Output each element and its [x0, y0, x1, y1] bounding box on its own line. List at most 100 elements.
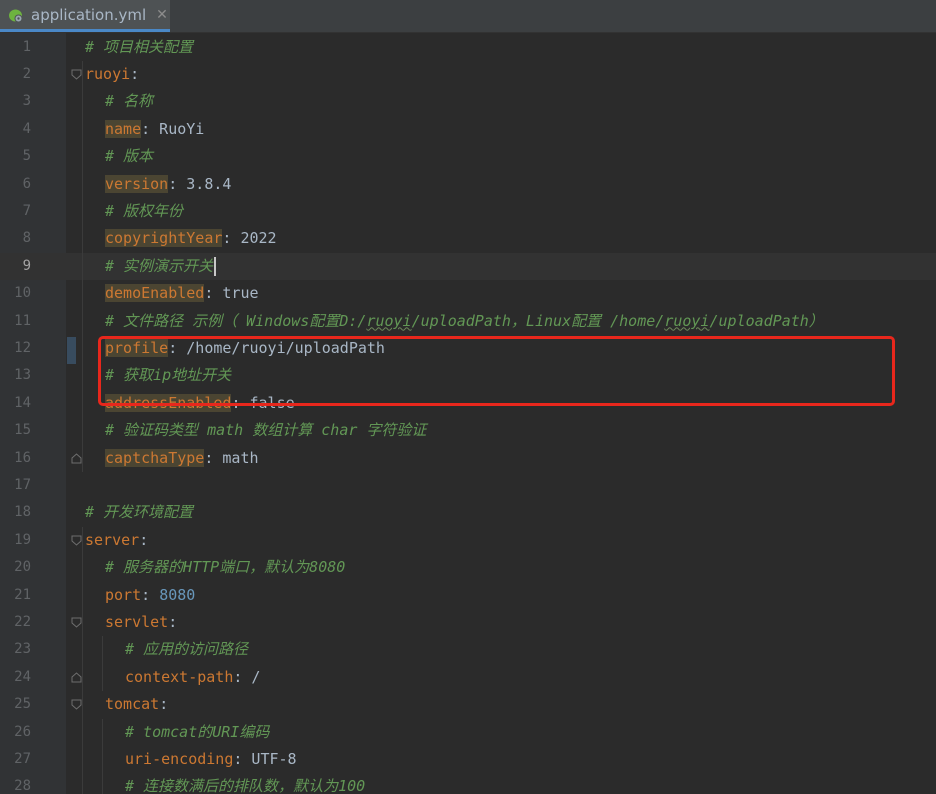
code-line[interactable]: 23 # 应用的访问路径 [0, 636, 936, 663]
code-text: # 获取ip地址开关 [105, 362, 231, 389]
yaml-key: version [105, 174, 169, 193]
code-line[interactable]: 3 # 名称 [0, 88, 936, 115]
code-line[interactable]: 8 copyrightYear: 2022 [0, 225, 936, 252]
code-editor[interactable]: 1 # 项目相关配置 2 ruoyi: 3 # 名称 4 name: RuoYi 5 # 版本 6 v… [0, 33, 936, 794]
code-line[interactable]: 21 port: 8080 [0, 582, 936, 609]
yaml-value: : 2022 [222, 229, 277, 248]
code-line[interactable]: 2 ruoyi: [0, 61, 936, 88]
fold-end-icon[interactable] [71, 672, 82, 683]
tab-application-yml[interactable]: application.yml ✕ [0, 0, 170, 32]
code-line[interactable]: 12 profile: /home/ruoyi/uploadPath [0, 335, 936, 362]
code-text: profile: /home/ruoyi/uploadPath [105, 335, 385, 362]
code-line[interactable]: 28 # 连接数满后的排队数，默认为100 [0, 773, 936, 794]
line-number: 8 [22, 230, 31, 247]
tab-label: application.yml [31, 5, 147, 24]
code-line[interactable]: 11 # 文件路径 示例（ Windows配置D:/ruoyi/uploadPat… [0, 308, 936, 335]
code-line[interactable]: 14 addressEnabled: false [0, 390, 936, 417]
line-number: 6 [22, 175, 31, 192]
code-line[interactable]: 20 # 服务器的HTTP端口，默认为8080 [0, 554, 936, 581]
line-number: 14 [14, 394, 31, 411]
code-line[interactable]: 4 name: RuoYi [0, 116, 936, 143]
line-number: 10 [14, 285, 31, 302]
code-line[interactable]: 17 [0, 472, 936, 499]
code-text: # tomcat的URI编码 [125, 719, 269, 746]
code-line[interactable]: 25 tomcat: [0, 691, 936, 718]
code-text: # 实例演示开关 [105, 253, 217, 280]
indent-guide [102, 636, 103, 692]
code-line[interactable]: 18 # 开发环境配置 [0, 499, 936, 526]
yaml-comment: # tomcat的URI编码 [125, 722, 270, 741]
yaml-value: : 3.8.4 [168, 174, 232, 193]
yaml-key: ruoyi [85, 64, 131, 83]
code-line[interactable]: 24 context-path: / [0, 664, 936, 691]
line-number: 21 [14, 586, 31, 603]
line-number: 27 [14, 750, 31, 767]
yaml-comment: /uploadPath） [709, 311, 824, 330]
code-text: # 版本 [105, 143, 153, 170]
line-number: 2 [22, 65, 31, 82]
indent-guide [82, 526, 83, 794]
yaml-value: : [141, 585, 160, 604]
code-text: # 版权年份 [105, 198, 183, 225]
line-number: 1 [22, 38, 31, 55]
code-text: server: [85, 527, 148, 554]
code-line[interactable]: 13 # 获取ip地址开关 [0, 362, 936, 389]
yaml-comment: # 版权年份 [105, 201, 184, 220]
yaml-value: : false [231, 393, 295, 412]
fold-open-icon[interactable] [71, 535, 82, 546]
code-text: addressEnabled: false [105, 390, 295, 417]
yaml-value: : /home/ruoyi/uploadPath [168, 338, 385, 357]
yaml-comment: # 验证码类型 math 数组计算 char 字符验证 [105, 421, 427, 440]
code-text: # 验证码类型 math 数组计算 char 字符验证 [105, 417, 426, 444]
yaml-value: : [168, 612, 178, 631]
code-text: captchaType: math [105, 445, 259, 472]
code-text: # 服务器的HTTP端口，默认为8080 [105, 554, 345, 581]
line-number: 22 [14, 613, 31, 630]
code-line[interactable]: 9 # 实例演示开关 [0, 252, 936, 281]
indent-guide [102, 718, 103, 794]
code-text: # 应用的访问路径 [125, 636, 248, 663]
yaml-key: tomcat [105, 695, 160, 714]
code-text: version: 3.8.4 [105, 171, 231, 198]
close-icon[interactable]: ✕ [156, 7, 168, 23]
yaml-value: : / [233, 667, 261, 686]
yaml-comment: # 文件路径 示例（ Windows配置D:/ [105, 311, 367, 330]
code-line[interactable]: 15 # 验证码类型 math 数组计算 char 字符验证 [0, 417, 936, 444]
fold-open-icon[interactable] [71, 69, 82, 80]
code-line[interactable]: 6 version: 3.8.4 [0, 171, 936, 198]
text-caret [214, 256, 217, 276]
code-text: ruoyi: [85, 61, 139, 88]
yaml-value: : RuoYi [141, 119, 205, 138]
line-number: 15 [14, 422, 31, 439]
code-line[interactable]: 19 server: [0, 527, 936, 554]
yaml-key: copyrightYear [105, 229, 223, 248]
fold-open-icon[interactable] [71, 699, 82, 710]
code-line[interactable]: 27 uri-encoding: UTF-8 [0, 746, 936, 773]
code-line[interactable]: 5 # 版本 [0, 143, 936, 170]
line-number: 3 [22, 93, 31, 110]
indent-guide [82, 60, 83, 472]
line-number: 24 [14, 668, 31, 685]
code-line[interactable]: 7 # 版权年份 [0, 198, 936, 225]
yaml-comment: # 连接数满后的排队数，默认为100 [125, 777, 366, 794]
yaml-value: : [139, 530, 149, 549]
yaml-key: uri-encoding [125, 749, 234, 768]
fold-end-icon[interactable] [71, 452, 82, 464]
line-number: 5 [22, 148, 31, 165]
fold-open-icon[interactable] [71, 617, 82, 628]
code-line[interactable]: 16 captchaType: math [0, 445, 936, 472]
yaml-value: : math [204, 448, 259, 467]
code-line[interactable]: 10 demoEnabled: true [0, 280, 936, 307]
code-text: uri-encoding: UTF-8 [125, 746, 297, 773]
yaml-key: profile [105, 338, 169, 357]
yaml-key: captchaType [105, 448, 205, 467]
yaml-comment: # 获取ip地址开关 [105, 366, 232, 385]
code-text: servlet: [105, 609, 177, 636]
code-line[interactable]: 1 # 项目相关配置 [0, 34, 936, 61]
code-line[interactable]: 26 # tomcat的URI编码 [0, 719, 936, 746]
code-text: port: 8080 [105, 582, 195, 609]
line-number: 13 [14, 367, 31, 384]
yaml-key: context-path [125, 667, 234, 686]
code-line[interactable]: 22 servlet: [0, 609, 936, 636]
line-number: 7 [22, 202, 31, 219]
